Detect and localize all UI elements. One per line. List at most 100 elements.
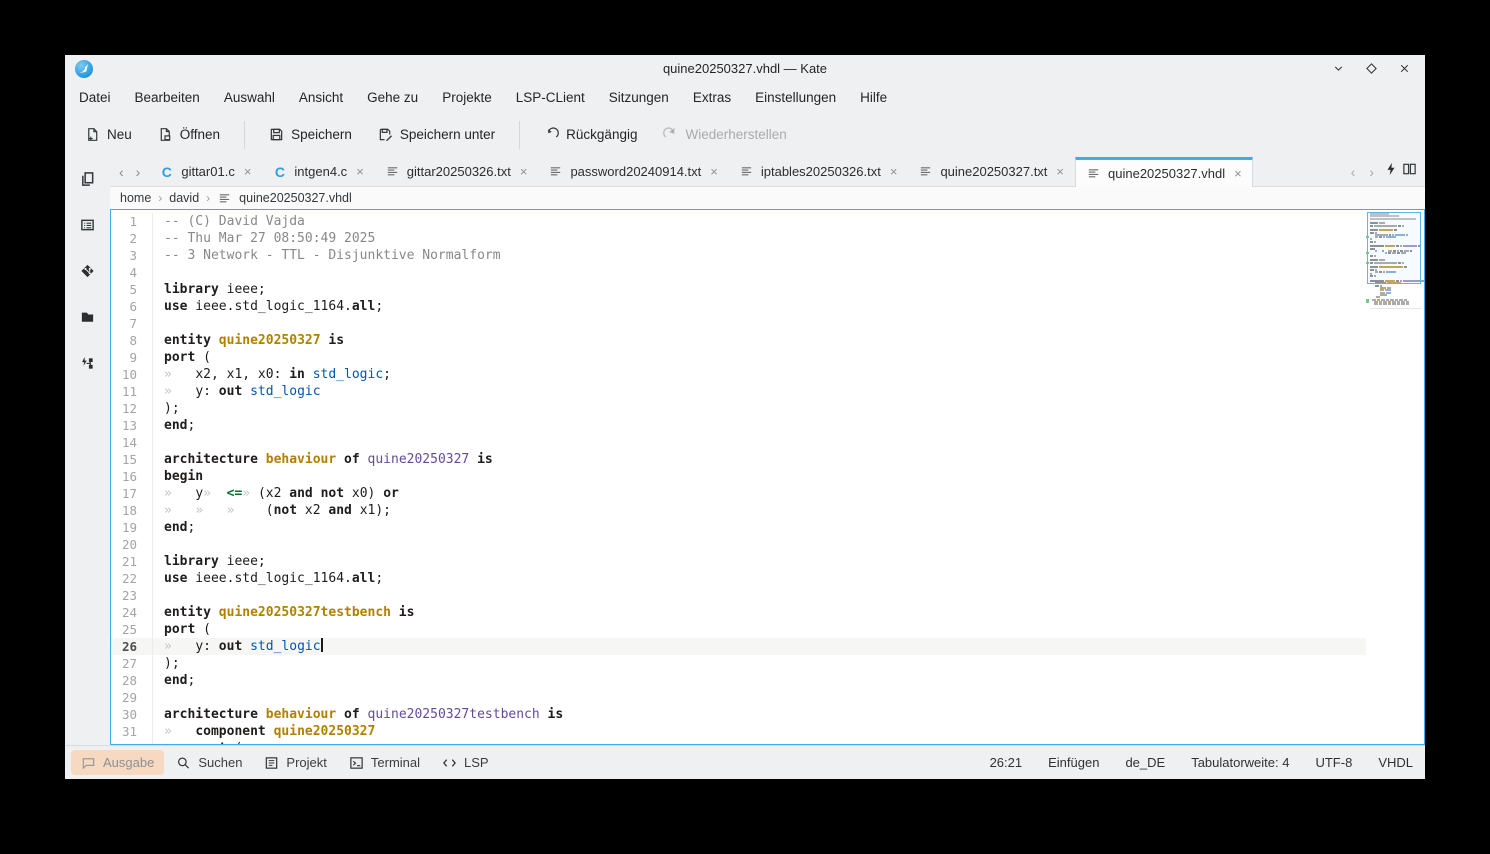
line-number: 10	[121, 367, 137, 382]
code-line-18[interactable]: 18» » » (not x2 and x1);	[111, 502, 1424, 519]
code-line-8[interactable]: 8 entity quine20250327 is	[111, 332, 1424, 349]
line-number: 28	[121, 673, 137, 688]
tab-password20240914.txt[interactable]: password20240914.txt ×	[538, 157, 728, 186]
code-line-4[interactable]: 4	[111, 264, 1424, 281]
menu-ansicht[interactable]: Ansicht	[287, 86, 355, 109]
code-line-23[interactable]: 23	[111, 587, 1424, 604]
sidebar-lsp-symbols-button[interactable]	[72, 347, 104, 379]
toggle-terminal[interactable]: Terminal	[339, 750, 430, 775]
sidebar-filesystem-browser-button[interactable]	[72, 301, 104, 333]
code-line-11[interactable]: 11» y: out std_logic	[111, 383, 1424, 400]
code-line-9[interactable]: 9 port (	[111, 349, 1424, 366]
code-line-22[interactable]: 22 use ieee.std_logic_1164.all;	[111, 570, 1424, 587]
code-line-30[interactable]: 30 architecture behaviour of quine2025032…	[111, 706, 1424, 723]
insert-mode[interactable]: Einfügen	[1048, 755, 1099, 770]
speichern-button[interactable]: Speichern	[257, 120, 364, 149]
menu-datei[interactable]: Datei	[67, 86, 123, 109]
editor-view[interactable]: 1 -- (C) David Vajda 2 -- Thu Mar 27 08:50:…	[110, 209, 1425, 745]
line-number: 26	[121, 639, 137, 654]
code-line-27[interactable]: 27);	[111, 655, 1424, 672]
menu-extras[interactable]: Extras	[681, 86, 743, 109]
split-view-button[interactable]	[1402, 161, 1417, 182]
code-line-14[interactable]: 14	[111, 434, 1424, 451]
tab-width[interactable]: Tabulatorweite: 4	[1191, 755, 1289, 770]
speichern-unter-button[interactable]: Speichern unter	[366, 120, 507, 149]
neu-button[interactable]: Neu	[73, 120, 144, 149]
toggle-ausgabe[interactable]: Ausgabe	[71, 750, 165, 775]
code-line-20[interactable]: 20	[111, 536, 1424, 553]
code-line-31[interactable]: 31» component quine20250327	[111, 723, 1424, 740]
code-line-24[interactable]: 24 entity quine20250327testbench is	[111, 604, 1424, 621]
dictionary[interactable]: de_DE	[1125, 755, 1165, 770]
tab-scroll-left[interactable]: ‹	[114, 164, 129, 180]
history-back-button[interactable]: ‹	[1346, 164, 1361, 180]
code-line-1[interactable]: 1 -- (C) David Vajda	[111, 213, 1424, 230]
quick-open-button[interactable]	[1383, 162, 1398, 182]
tab-close-icon[interactable]: ×	[888, 164, 898, 179]
menu-sitzungen[interactable]: Sitzungen	[597, 86, 681, 109]
code-area[interactable]: 1 -- (C) David Vajda 2 -- Thu Mar 27 08:50:…	[111, 210, 1424, 744]
code-line-7[interactable]: 7	[111, 315, 1424, 332]
tab-close-icon[interactable]: ×	[354, 164, 364, 179]
menu-auswahl[interactable]: Auswahl	[212, 86, 287, 109]
menu-projekte[interactable]: Projekte	[430, 86, 504, 109]
code-line-5[interactable]: 5 library ieee;	[111, 281, 1424, 298]
tab-gittar20250326.txt[interactable]: gittar20250326.txt ×	[375, 157, 539, 186]
tab-quine20250327.txt[interactable]: quine20250327.txt ×	[908, 157, 1075, 186]
breadcrumb-file[interactable]: quine20250327.vhdl	[239, 191, 352, 205]
minimap-scrollbar[interactable]	[1366, 210, 1424, 744]
rückgängig-button[interactable]: Rückgängig	[532, 120, 649, 149]
menu-gehe-zu[interactable]: Gehe zu	[355, 86, 430, 109]
minimize-button[interactable]	[1332, 62, 1345, 75]
menu-lsp-client[interactable]: LSP-CLient	[504, 86, 597, 109]
code-line-10[interactable]: 10» x2, x1, x0: in std_logic;	[111, 366, 1424, 383]
maximize-button[interactable]	[1365, 62, 1378, 75]
minimap-viewport[interactable]	[1367, 212, 1421, 284]
toggle-suchen[interactable]: Suchen	[166, 750, 252, 775]
title-bar[interactable]: quine20250327.vhdl — Kate	[65, 55, 1425, 82]
code-line-13[interactable]: 13 end;	[111, 417, 1424, 434]
code-line-15[interactable]: 15 architecture behaviour of quine2025032…	[111, 451, 1424, 468]
sidebar-documents-button[interactable]	[72, 163, 104, 195]
toolbar-separator	[244, 120, 246, 149]
code-line-19[interactable]: 19 end;	[111, 519, 1424, 536]
tab-intgen4.c[interactable]: Cintgen4.c ×	[262, 157, 374, 186]
toggle-projekt[interactable]: Projekt	[254, 750, 336, 775]
cursor-position[interactable]: 26:21	[990, 755, 1023, 770]
code-line-32[interactable]: 32» port (	[111, 740, 1424, 744]
code-line-26[interactable]: 26» y: out std_logic	[111, 638, 1424, 655]
sidebar-git-button[interactable]	[72, 255, 104, 287]
tab-quine20250327.vhdl[interactable]: quine20250327.vhdl ×	[1075, 157, 1253, 187]
syntax-mode[interactable]: VHDL	[1378, 755, 1413, 770]
encoding[interactable]: UTF-8	[1315, 755, 1352, 770]
sidebar-project-panel-button[interactable]	[72, 209, 104, 241]
code-line-6[interactable]: 6 use ieee.std_logic_1164.all;	[111, 298, 1424, 315]
tab-close-icon[interactable]: ×	[1232, 166, 1242, 181]
öffnen-button[interactable]: Öffnen	[146, 120, 232, 149]
breadcrumb-home[interactable]: home	[120, 191, 151, 205]
toggle-lsp[interactable]: LSP	[432, 750, 499, 775]
code-line-17[interactable]: 17» y» <=» (x2 and not x0) or	[111, 485, 1424, 502]
code-line-12[interactable]: 12);	[111, 400, 1424, 417]
tab-gittar01.c[interactable]: Cgittar01.c ×	[149, 157, 262, 186]
tab-close-icon[interactable]: ×	[1054, 164, 1064, 179]
tab-iptables20250326.txt[interactable]: iptables20250326.txt ×	[729, 157, 909, 186]
history-forward-button[interactable]: ›	[1364, 164, 1379, 180]
breadcrumb-david[interactable]: david	[169, 191, 199, 205]
code-line-3[interactable]: 3 -- 3 Network - TTL - Disjunktive Normal…	[111, 247, 1424, 264]
menu-einstellungen[interactable]: Einstellungen	[743, 86, 848, 109]
code-line-28[interactable]: 28 end;	[111, 672, 1424, 689]
code-line-21[interactable]: 21 library ieee;	[111, 553, 1424, 570]
code-line-25[interactable]: 25 port (	[111, 621, 1424, 638]
code-line-29[interactable]: 29	[111, 689, 1424, 706]
code-line-16[interactable]: 16 begin	[111, 468, 1424, 485]
tab-close-icon[interactable]: ×	[518, 164, 528, 179]
code-line-2[interactable]: 2 -- Thu Mar 27 08:50:49 2025	[111, 230, 1424, 247]
close-button[interactable]	[1398, 62, 1411, 75]
menu-bearbeiten[interactable]: Bearbeiten	[123, 86, 212, 109]
tab-close-icon[interactable]: ×	[708, 164, 718, 179]
tab-scroll-right[interactable]: ›	[131, 164, 146, 180]
tab-close-icon[interactable]: ×	[242, 164, 252, 179]
line-number: 22	[121, 571, 137, 586]
menu-hilfe[interactable]: Hilfe	[848, 86, 899, 109]
